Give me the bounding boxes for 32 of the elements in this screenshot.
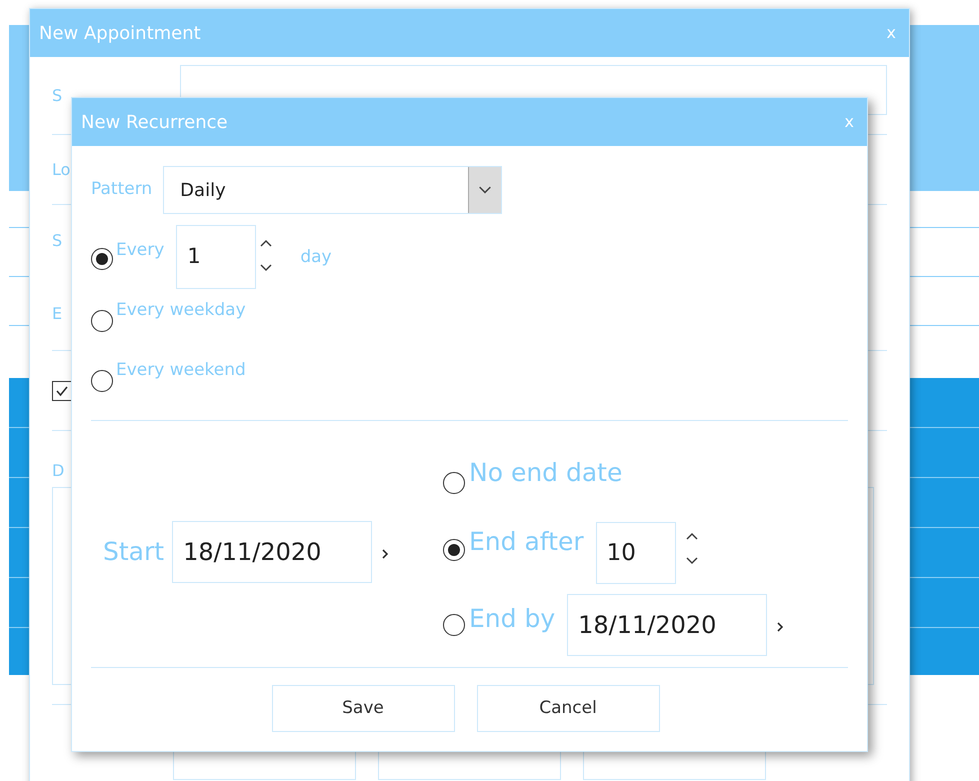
- interval-field[interactable]: 1: [176, 225, 256, 289]
- field-label: S: [52, 230, 62, 252]
- field-label: S: [52, 84, 64, 106]
- end-date-field[interactable]: 18/11/2020: [567, 594, 768, 656]
- option-label: Every weekday: [116, 299, 246, 322]
- start-date-field[interactable]: 18/11/2020: [172, 521, 372, 583]
- option-label: Every weekend: [116, 359, 246, 382]
- cancel-button[interactable]: Cancel: [476, 685, 660, 732]
- radio-button[interactable]: [91, 248, 113, 270]
- window-title: New Appointment: [39, 22, 201, 46]
- radio-button[interactable]: [443, 472, 465, 494]
- radio-button[interactable]: [443, 539, 465, 561]
- occurrences-field[interactable]: 10: [596, 522, 676, 584]
- chevron-right-icon[interactable]: [775, 620, 786, 634]
- save-button[interactable]: Save: [272, 685, 454, 732]
- radio-button[interactable]: [443, 614, 465, 636]
- start-label: Start: [103, 536, 164, 568]
- option-label: No end date: [469, 457, 622, 489]
- chevron-right-icon[interactable]: [380, 547, 390, 561]
- pattern-dropdown[interactable]: Daily: [163, 166, 502, 214]
- option-label: Every: [116, 239, 164, 262]
- option-label: End after: [469, 526, 584, 558]
- option-label: End by: [469, 603, 556, 635]
- check-icon: [55, 384, 69, 398]
- field-label: D: [52, 460, 64, 482]
- field-label: Lo: [52, 158, 70, 180]
- unit-label: day: [300, 246, 332, 269]
- field-label: E: [52, 302, 62, 324]
- radio-button[interactable]: [91, 310, 113, 332]
- pattern-label: Pattern: [91, 178, 152, 202]
- window-title: New Recurrence: [81, 110, 228, 134]
- radio-button[interactable]: [91, 370, 113, 392]
